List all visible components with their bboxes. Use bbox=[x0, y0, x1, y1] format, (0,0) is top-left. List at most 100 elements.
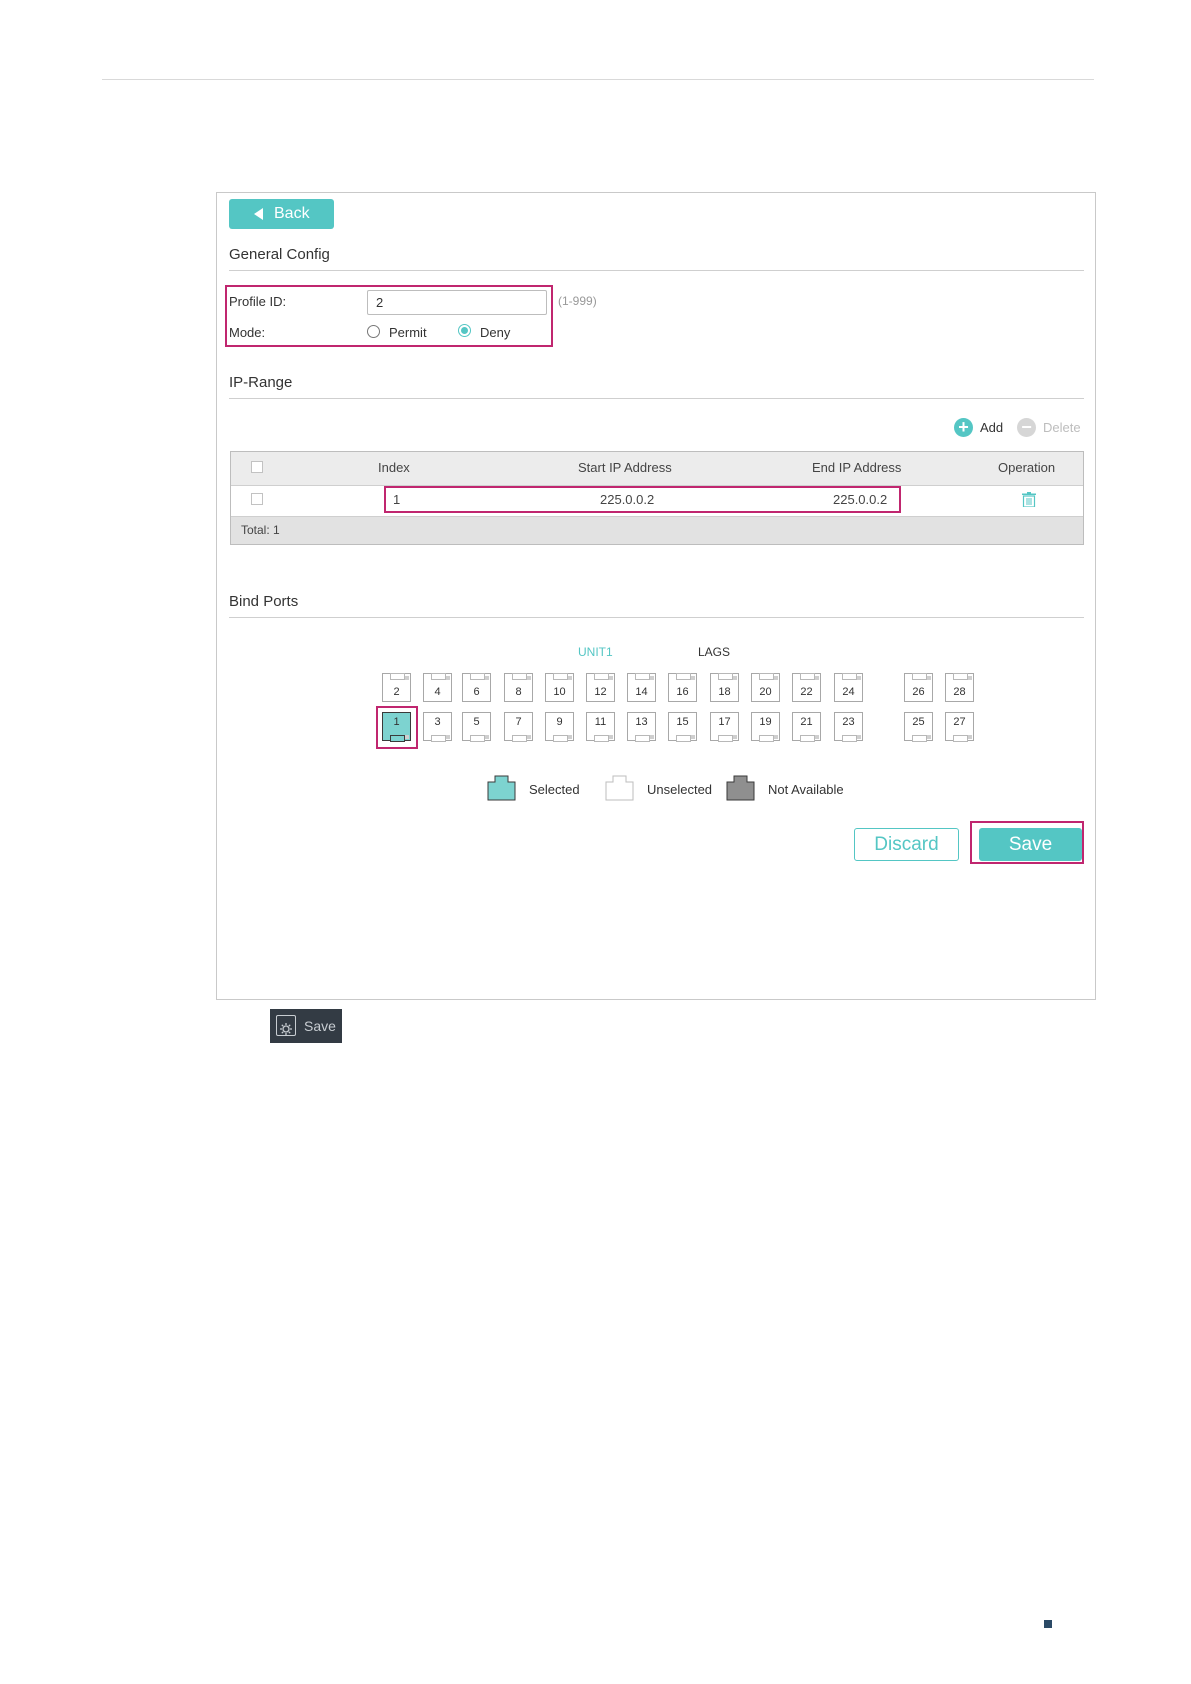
port-6[interactable]: 6 bbox=[462, 673, 491, 702]
port-7[interactable]: 7 bbox=[504, 712, 533, 742]
port-notch bbox=[512, 673, 527, 680]
port-led bbox=[527, 676, 531, 680]
mode-permit-radio[interactable] bbox=[367, 325, 380, 338]
port-notch bbox=[594, 673, 609, 680]
discard-button[interactable]: Discard bbox=[854, 828, 959, 861]
port-24[interactable]: 24 bbox=[834, 673, 863, 702]
port-9[interactable]: 9 bbox=[545, 712, 574, 742]
port-led bbox=[857, 735, 861, 739]
port-17[interactable]: 17 bbox=[710, 712, 739, 742]
port-led bbox=[446, 735, 450, 739]
port-led bbox=[927, 676, 931, 680]
ip-range-rule bbox=[229, 398, 1084, 399]
row-end-ip: 225.0.0.2 bbox=[833, 492, 888, 507]
save-config-chip[interactable]: Save bbox=[270, 1009, 342, 1043]
profile-id-input[interactable]: 2 bbox=[367, 290, 547, 315]
port-notch bbox=[676, 735, 691, 742]
port-led bbox=[485, 735, 489, 739]
port-notch bbox=[431, 735, 446, 742]
row-checkbox[interactable] bbox=[251, 493, 263, 505]
trash-icon[interactable] bbox=[1022, 492, 1036, 507]
port-notch bbox=[553, 735, 568, 742]
port-5[interactable]: 5 bbox=[462, 712, 491, 742]
back-button[interactable]: Back bbox=[229, 199, 334, 229]
legend-unselected-icon bbox=[605, 774, 634, 801]
port-notch bbox=[390, 673, 405, 680]
port-27[interactable]: 27 bbox=[945, 712, 974, 742]
port-notch bbox=[759, 735, 774, 742]
port-notch bbox=[553, 673, 568, 680]
port-number: 19 bbox=[759, 716, 772, 728]
port-19[interactable]: 19 bbox=[751, 712, 780, 742]
port-led bbox=[609, 676, 613, 680]
port-14[interactable]: 14 bbox=[627, 673, 656, 702]
add-label[interactable]: Add bbox=[980, 420, 1003, 435]
mode-deny-label: Deny bbox=[480, 325, 511, 340]
port-notch bbox=[676, 673, 691, 680]
port-number: 24 bbox=[842, 686, 855, 698]
port-notch bbox=[635, 735, 650, 742]
port-number: 8 bbox=[515, 686, 522, 698]
port-number: 15 bbox=[676, 716, 689, 728]
port-21[interactable]: 21 bbox=[792, 712, 821, 742]
port-notch bbox=[912, 735, 927, 742]
port-4[interactable]: 4 bbox=[423, 673, 452, 702]
port-number: 13 bbox=[635, 716, 648, 728]
port-led bbox=[568, 676, 572, 680]
port-notch bbox=[594, 735, 609, 742]
port-25[interactable]: 25 bbox=[904, 712, 933, 742]
port-number: 9 bbox=[556, 716, 563, 728]
port-led bbox=[485, 676, 489, 680]
back-arrow-icon bbox=[254, 208, 263, 220]
mode-deny-radio[interactable] bbox=[458, 324, 471, 337]
column-end-ip: End IP Address bbox=[812, 460, 902, 475]
port-13[interactable]: 13 bbox=[627, 712, 656, 742]
port-number: 12 bbox=[594, 686, 607, 698]
page-top-rule bbox=[102, 79, 1094, 80]
port-number: 2 bbox=[393, 686, 400, 698]
port-16[interactable]: 16 bbox=[668, 673, 697, 702]
save-chip-label: Save bbox=[304, 1018, 336, 1034]
column-start-ip: Start IP Address bbox=[578, 460, 672, 475]
port-3[interactable]: 3 bbox=[423, 712, 452, 742]
port-led bbox=[691, 676, 695, 680]
port-8[interactable]: 8 bbox=[504, 673, 533, 702]
port-11[interactable]: 11 bbox=[586, 712, 615, 742]
port-led bbox=[733, 676, 737, 680]
port-12[interactable]: 12 bbox=[586, 673, 615, 702]
ip-range-title: IP-Range bbox=[229, 374, 293, 391]
select-all-checkbox[interactable] bbox=[251, 461, 263, 473]
port-23[interactable]: 23 bbox=[834, 712, 863, 742]
port-10[interactable]: 10 bbox=[545, 673, 574, 702]
delete-label: Delete bbox=[1043, 420, 1081, 435]
port-18[interactable]: 18 bbox=[710, 673, 739, 702]
port-number: 23 bbox=[842, 716, 855, 728]
general-config-rule bbox=[229, 270, 1084, 271]
port-number: 4 bbox=[434, 686, 441, 698]
port-led bbox=[650, 676, 654, 680]
add-icon[interactable]: + bbox=[954, 418, 973, 437]
port-20[interactable]: 20 bbox=[751, 673, 780, 702]
port-led bbox=[968, 735, 972, 739]
row-index: 1 bbox=[393, 492, 401, 507]
port-15[interactable]: 15 bbox=[668, 712, 697, 742]
port-number: 20 bbox=[759, 686, 772, 698]
port-number: 3 bbox=[434, 716, 441, 728]
port-2[interactable]: 2 bbox=[382, 673, 411, 702]
save-button[interactable]: Save bbox=[979, 828, 1082, 861]
delete-icon: − bbox=[1017, 418, 1036, 437]
port-notch bbox=[431, 673, 446, 680]
general-config-title: General Config bbox=[229, 246, 330, 263]
port-28[interactable]: 28 bbox=[945, 673, 974, 702]
port-notch bbox=[842, 673, 857, 680]
port-26[interactable]: 26 bbox=[904, 673, 933, 702]
port-notch bbox=[953, 735, 968, 742]
port-number: 22 bbox=[800, 686, 813, 698]
port-notch bbox=[512, 735, 527, 742]
port-22[interactable]: 22 bbox=[792, 673, 821, 702]
mode-permit-label: Permit bbox=[389, 325, 427, 340]
port-notch bbox=[635, 673, 650, 680]
legend-selected-icon bbox=[487, 774, 516, 801]
port-number: 16 bbox=[676, 686, 689, 698]
port-notch bbox=[718, 673, 733, 680]
